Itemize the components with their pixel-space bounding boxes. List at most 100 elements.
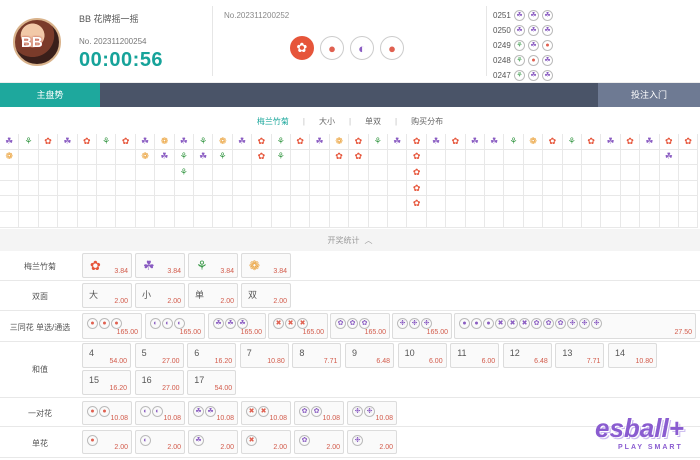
trend-cell — [252, 180, 272, 197]
trend-cell — [310, 149, 330, 166]
bet-triple-2[interactable]: ☘ ☘ ☘ 165.00 — [208, 313, 266, 339]
trend-cell — [523, 149, 544, 166]
mum-icon: ❁ — [135, 149, 156, 166]
bet-odd[interactable]: 单 2.00 — [188, 283, 238, 308]
subtab-bigsmall[interactable]: 大小 — [319, 116, 335, 127]
trend-cell — [465, 212, 485, 228]
tab-betting-guide[interactable]: 投注入门 — [598, 83, 700, 107]
trend-cell — [368, 212, 388, 228]
bet-pair-2[interactable]: ☘ ☘ 10.08 — [188, 401, 238, 425]
bet-triple-3[interactable]: ✖ ✖ ✖ 165.00 — [268, 313, 328, 339]
bet-triple-0[interactable]: ● ● ● 165.00 — [82, 313, 142, 339]
trend-cell — [523, 212, 544, 228]
bet-plum[interactable]: ✿ 3.84 — [82, 253, 132, 278]
trend-cell — [543, 212, 563, 228]
plum-icon: ✿ — [116, 134, 136, 150]
bet-single-0[interactable]: ● 2.00 — [82, 430, 132, 454]
bet-sum-8[interactable]: 8 7.71 — [292, 343, 342, 368]
subtab-oddeven[interactable]: 单双 — [365, 116, 381, 127]
subtab-flowers[interactable]: 梅兰竹菊 — [257, 116, 289, 127]
bet-sum-12[interactable]: 12 6.48 — [502, 343, 552, 368]
orchid-icon: ☘ — [135, 134, 156, 150]
trend-cell — [349, 165, 369, 181]
trend-cell — [213, 180, 233, 197]
history-row: 0250 ☘ ☘ ☘ — [493, 23, 553, 38]
bet-single-5[interactable]: ❉ 2.00 — [347, 430, 397, 454]
bet-pair-1[interactable]: ◐ ◐ 10.08 — [135, 401, 185, 425]
mum-icon: ❁ — [0, 149, 20, 166]
history-row: 0247 ⚘ ☘ ☘ — [493, 68, 553, 83]
trend-cell — [38, 212, 59, 228]
trend-cell — [310, 180, 330, 197]
orchid-icon: ☘ — [174, 134, 194, 150]
dealer-avatar: BB — [13, 18, 61, 66]
bet-single-2[interactable]: ☘ 2.00 — [188, 430, 238, 454]
trend-cell — [523, 165, 544, 181]
trend-cell — [194, 165, 214, 181]
bet-triple-1[interactable]: ◐ ◐ ◐ 165.00 — [145, 313, 205, 339]
row-triple: 三同花 单选/通选 ● ● ● 165.00 ◐ ◐ ◐ 165.00 ☘ ☘ ☘ 165.00 ✖ ✖ ✖… — [0, 311, 700, 342]
trend-cell — [97, 196, 117, 212]
bet-triple-4[interactable]: ✿ ✿ ✿ 165.00 — [330, 313, 390, 339]
trend-cell — [485, 165, 505, 181]
bet-orchid[interactable]: ☘ 3.84 — [135, 253, 185, 278]
trend-cell — [38, 196, 59, 212]
bet-single-3[interactable]: ✖ 2.00 — [241, 430, 291, 454]
orchid-icon: ☘ — [155, 149, 175, 166]
bet-big[interactable]: 大 2.00 — [82, 283, 132, 308]
trend-cell — [659, 180, 679, 197]
trend-cell — [174, 196, 194, 212]
bet-sum-10[interactable]: 10 6.00 — [397, 343, 447, 368]
bet-pair-5[interactable]: ❉ ❉ 10.08 — [347, 401, 397, 425]
bamboo-icon: ⚘ — [514, 70, 525, 81]
trend-cell — [446, 212, 466, 228]
trend-cell — [388, 196, 408, 212]
bet-chrysanthemum[interactable]: ❁ 3.84 — [241, 253, 291, 278]
trend-cell — [504, 180, 524, 197]
bet-bamboo[interactable]: ⚘ 3.84 — [188, 253, 238, 278]
bet-sum-7[interactable]: 7 10.80 — [239, 343, 289, 368]
trend-cell — [388, 165, 408, 181]
bamboo-icon: ⚘ — [174, 165, 194, 181]
flower-group-icon: ❉ ❉ ❉ — [397, 318, 437, 329]
trend-cell — [38, 180, 59, 197]
bet-pair-0[interactable]: ● ● 10.08 — [82, 401, 132, 425]
orchid-icon: ☘ — [528, 10, 539, 21]
orchid-icon: ☘ — [528, 40, 539, 51]
subtab-distribution[interactable]: 购买分布 — [411, 116, 443, 127]
trend-cell — [77, 196, 97, 212]
orchid-icon: ☘ — [528, 70, 539, 81]
bet-pair-3[interactable]: ✖ ✖ 10.08 — [241, 401, 291, 425]
bet-even[interactable]: 双 2.00 — [241, 283, 291, 308]
mum-icon: ❁ — [329, 134, 350, 150]
bet-sum-16[interactable]: 16 27.00 — [134, 370, 184, 395]
tab-main-trend[interactable]: 主盘势 — [0, 83, 100, 107]
trend-cell — [58, 165, 78, 181]
bet-sum-4[interactable]: 4 54.00 — [82, 343, 131, 368]
trend-cell — [562, 212, 582, 228]
plum-icon: ✿ — [90, 258, 101, 273]
bet-triple-5[interactable]: ❉ ❉ ❉ 165.00 — [392, 313, 452, 339]
bet-sum-17[interactable]: 17 54.00 — [187, 370, 237, 395]
bet-small[interactable]: 小 2.00 — [135, 283, 185, 308]
stats-toggle[interactable]: 开奖统计 ︿ — [0, 229, 700, 251]
trend-cell — [388, 180, 408, 197]
bet-triple-6[interactable]: ● ● ● ✖ ✖ ✖ ✿ ✿ ✿ ❉ ❉ ❉ 27.50 — [454, 313, 696, 339]
trend-cell — [679, 212, 699, 228]
bet-sum-13[interactable]: 13 7.71 — [555, 343, 605, 368]
trend-cell — [19, 165, 39, 181]
bet-single-1[interactable]: ◐ 2.00 — [135, 430, 185, 454]
divider — [212, 6, 213, 76]
trend-cell — [0, 212, 20, 228]
bet-sum-5[interactable]: 5 27.00 — [134, 343, 184, 368]
bet-sum-14[interactable]: 14 10.80 — [608, 343, 657, 368]
bet-sum-6[interactable]: 6 16.20 — [187, 343, 237, 368]
bet-pair-4[interactable]: ✿ ✿ 10.08 — [294, 401, 344, 425]
bet-sum-11[interactable]: 11 6.00 — [450, 343, 500, 368]
bamboo-icon: ⚘ — [271, 134, 291, 150]
bet-single-4[interactable]: ✿ 2.00 — [294, 430, 344, 454]
trend-cell — [271, 196, 291, 212]
trend-cell — [291, 180, 311, 197]
bet-sum-15[interactable]: 15 16.20 — [82, 370, 131, 395]
bet-sum-9[interactable]: 9 6.48 — [345, 343, 394, 368]
